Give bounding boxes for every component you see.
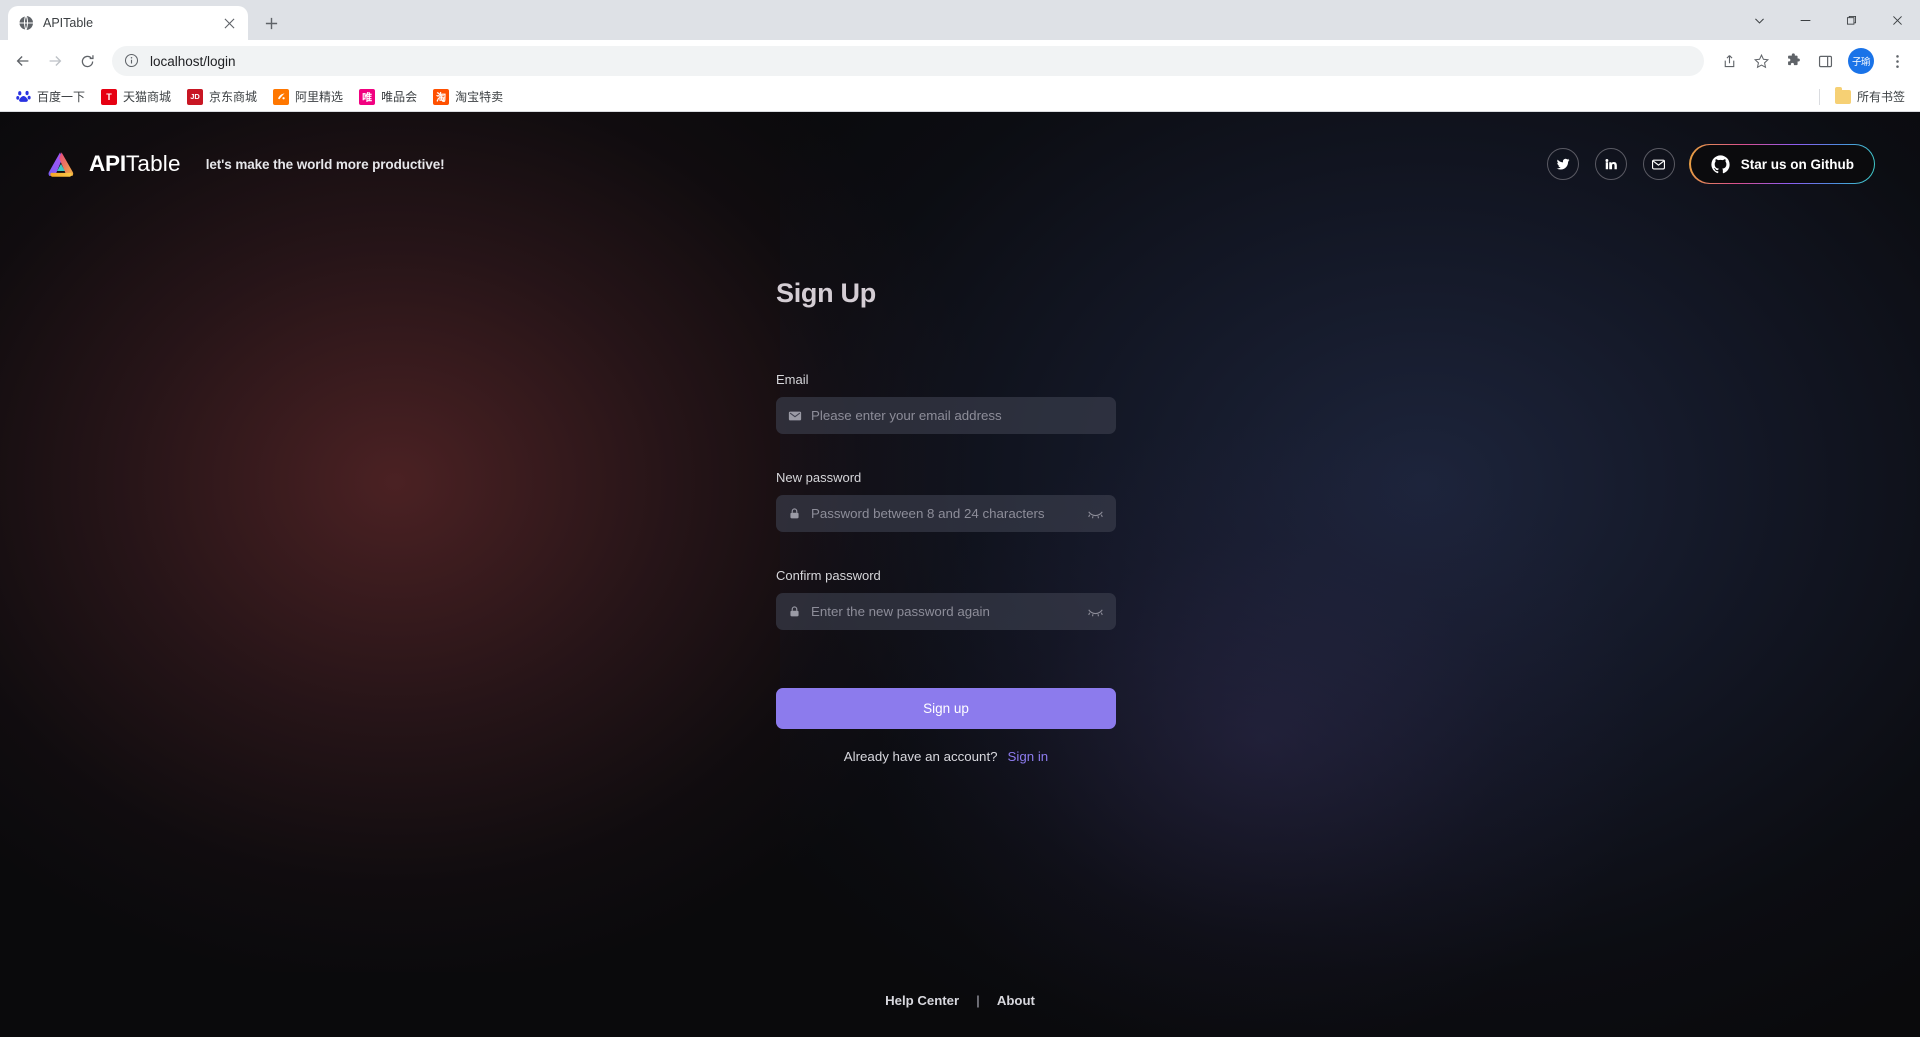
maximize-button[interactable] [1828, 0, 1874, 40]
star-icon[interactable] [1746, 46, 1776, 76]
bookmarks-bar: 百度一下 T 天猫商城 JD 京东商城 阿里精选 唯 唯品会 淘 淘宝特卖 所有… [0, 82, 1920, 112]
puzzle-icon[interactable] [1778, 46, 1808, 76]
bookmark-label: 唯品会 [381, 90, 418, 104]
baidu-icon [15, 89, 31, 105]
browser-tab[interactable]: APITable [8, 6, 248, 40]
logo-text-api: API [89, 151, 126, 176]
browser-toolbar: localhost/login 子瑜 [0, 40, 1920, 82]
email-label: Email [776, 372, 809, 387]
signup-submit-button[interactable]: Sign up [776, 688, 1116, 729]
tab-strip: APITable [0, 0, 1920, 40]
side-panel-icon[interactable] [1810, 46, 1840, 76]
browser-window: APITable localhost/login 子瑜 百度一下 T 天猫商城 … [0, 0, 1920, 1037]
bookmark-label: 百度一下 [37, 90, 86, 104]
taobao-icon: 淘 [433, 88, 450, 105]
email-placeholder: Please enter your email address [811, 408, 1002, 423]
lock-icon [788, 507, 802, 521]
bookmark-label: 京东商城 [209, 90, 258, 104]
info-circle-icon [124, 53, 140, 69]
eye-off-icon[interactable] [1087, 507, 1104, 521]
window-controls [1736, 0, 1920, 40]
all-bookmarks-button[interactable]: 所有书签 [1828, 85, 1912, 108]
bookmark-item[interactable]: 百度一下 [8, 85, 92, 108]
envelope-icon [788, 409, 802, 423]
site-footer: Help Center | About [0, 963, 1920, 1037]
alibaba-icon [273, 88, 290, 105]
new-password-input[interactable]: Password between 8 and 24 characters [776, 495, 1116, 532]
linkedin-icon[interactable] [1594, 148, 1627, 180]
logo-text-table: Table [125, 151, 181, 176]
signin-link[interactable]: Sign in [1008, 749, 1049, 764]
tagline: let's make the world more productive! [205, 156, 445, 172]
page-content: API Table let's make the world more prod… [0, 112, 1920, 1037]
signup-form: Sign Up Email Please enter your email ad… [0, 278, 1920, 764]
star-us-on-github-button[interactable]: Star us on Github [1689, 143, 1876, 185]
toolbar-right-actions: 子瑜 [1714, 46, 1912, 76]
github-button-label: Star us on Github [1740, 156, 1854, 172]
github-button-wrap: Star us on Github [1689, 143, 1876, 185]
close-window-button[interactable] [1874, 0, 1920, 40]
folder-icon [1834, 86, 1851, 104]
new-password-placeholder: Password between 8 and 24 characters [811, 506, 1045, 521]
confirm-password-input[interactable]: Enter the new password again [776, 593, 1116, 630]
email-icon[interactable] [1642, 148, 1675, 180]
new-password-label: New password [776, 470, 862, 485]
about-link[interactable]: About [997, 993, 1035, 1008]
arrow-left-icon[interactable] [8, 46, 38, 76]
jd-icon: JD [187, 88, 204, 105]
brand[interactable]: API Table let's make the world more prod… [46, 150, 445, 178]
account-prompt-row: Already have an account? Sign in [776, 749, 1116, 764]
all-bookmarks-area: 所有书签 [1818, 85, 1912, 108]
site-header: API Table let's make the world more prod… [0, 112, 1920, 216]
new-tab-button[interactable] [256, 8, 286, 38]
twitter-icon[interactable] [1546, 148, 1579, 180]
close-icon[interactable] [220, 14, 238, 32]
bookmark-item[interactable]: JD 京东商城 [180, 85, 264, 108]
github-icon [1711, 154, 1730, 174]
email-input[interactable]: Please enter your email address [776, 397, 1116, 434]
bookmark-item[interactable]: 阿里精选 [266, 85, 350, 108]
minimize-button[interactable] [1782, 0, 1828, 40]
bookmark-item[interactable]: 唯 唯品会 [352, 85, 424, 108]
footer-divider: | [976, 992, 980, 1008]
account-prompt-text: Already have an account? [843, 749, 998, 764]
help-center-link[interactable]: Help Center [885, 993, 959, 1008]
header-actions: Star us on Github [1546, 143, 1876, 185]
arrow-right-icon[interactable] [40, 46, 70, 76]
tab-search-button[interactable] [1736, 0, 1782, 40]
tab-title: APITable [43, 16, 94, 30]
all-bookmarks-label: 所有书签 [1856, 90, 1905, 104]
reload-icon[interactable] [72, 46, 102, 76]
globe-icon [18, 15, 34, 31]
logo-wordmark: API Table [89, 151, 181, 177]
eye-off-icon[interactable] [1087, 605, 1104, 619]
address-bar[interactable]: localhost/login [112, 46, 1704, 76]
vip-icon: 唯 [359, 88, 376, 105]
profile-avatar[interactable]: 子瑜 [1848, 48, 1874, 74]
new-password-field-group: New password Password between 8 and 24 c… [776, 470, 1116, 532]
three-dots-icon[interactable] [1882, 46, 1912, 76]
email-field-group: Email Please enter your email address [776, 372, 1116, 434]
apitable-triangle-logo-icon [46, 150, 76, 178]
confirm-password-field-group: Confirm password Enter the new password … [776, 568, 1116, 630]
bookmark-label: 阿里精选 [295, 90, 344, 104]
url-text: localhost/login [150, 53, 236, 69]
bookmark-item[interactable]: 淘 淘宝特卖 [426, 85, 510, 108]
lock-icon [788, 605, 802, 619]
divider [1818, 88, 1820, 105]
confirm-password-label: Confirm password [776, 568, 881, 583]
bookmark-label: 淘宝特卖 [455, 90, 504, 104]
bookmark-item[interactable]: T 天猫商城 [94, 85, 178, 108]
bookmark-label: 天猫商城 [123, 90, 172, 104]
confirm-password-placeholder: Enter the new password again [811, 604, 990, 619]
tmall-icon: T [101, 88, 118, 105]
share-icon[interactable] [1714, 46, 1744, 76]
page-title: Sign Up [776, 278, 876, 308]
